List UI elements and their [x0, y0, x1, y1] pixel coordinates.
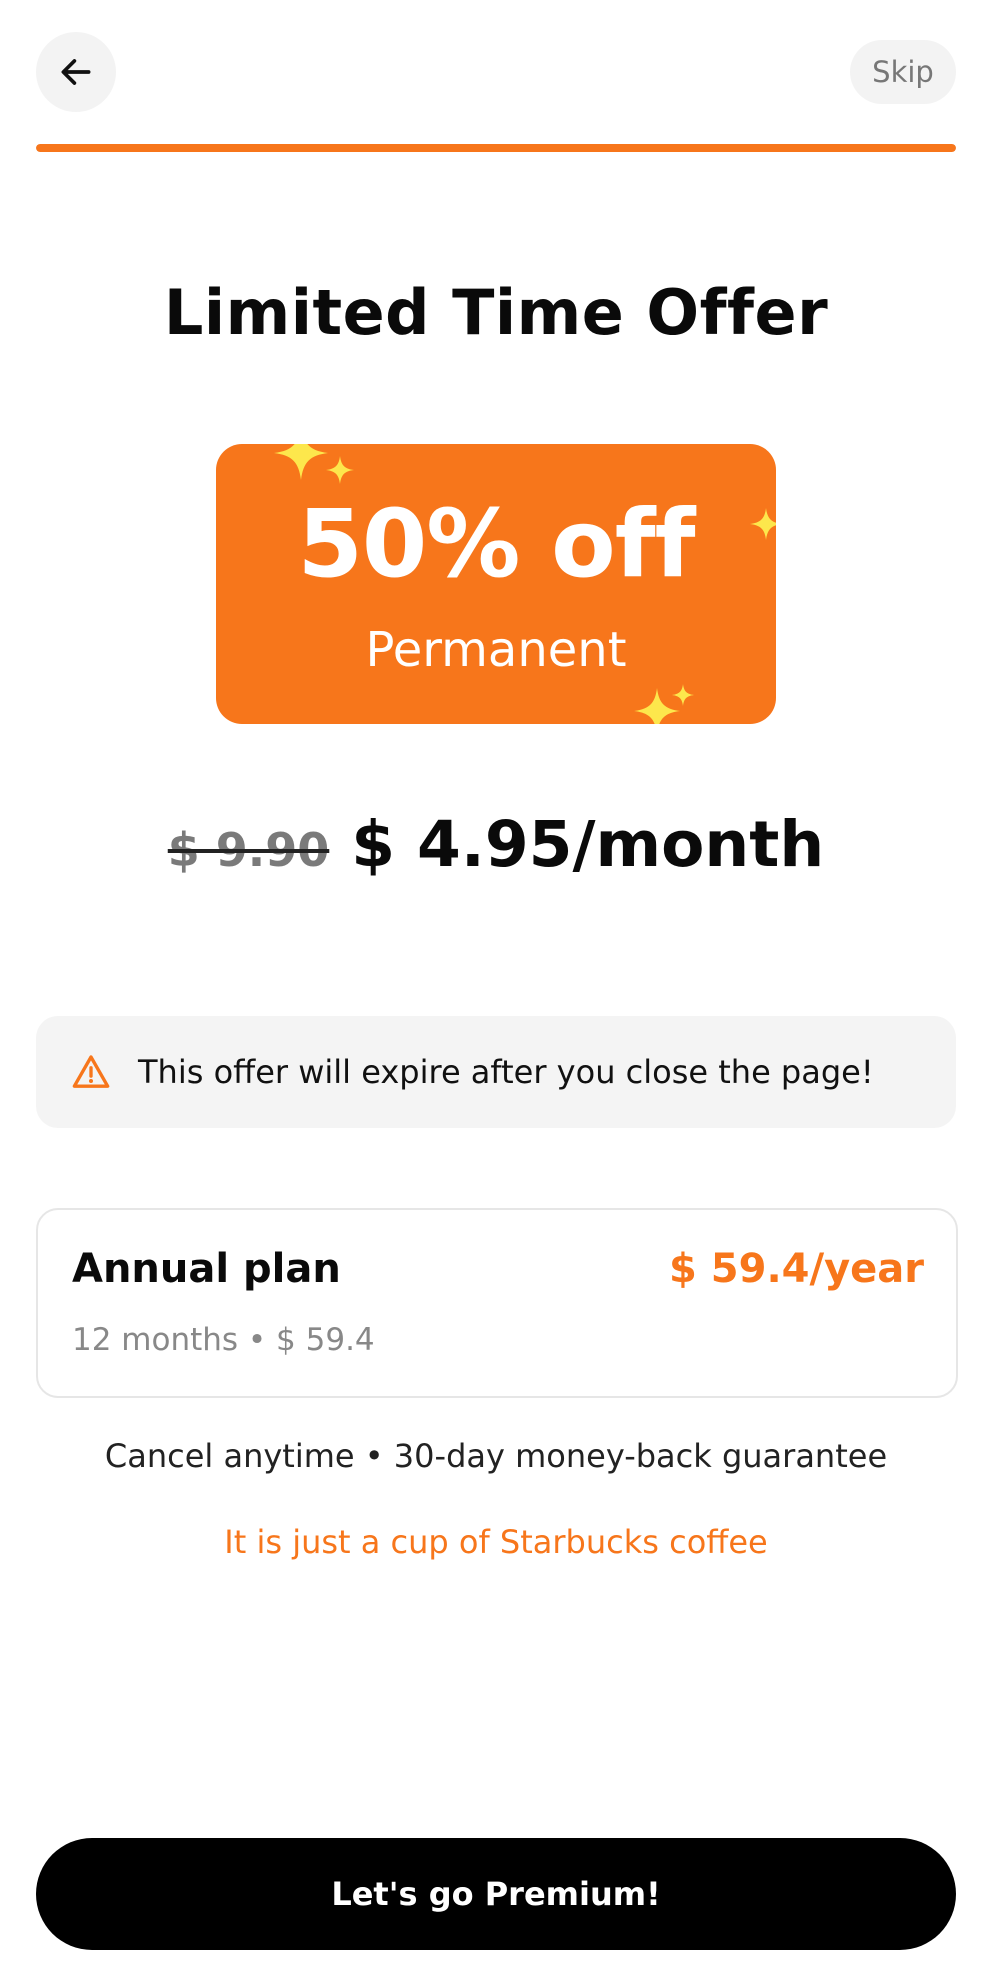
go-premium-button[interactable]: Let's go Premium!	[36, 1838, 956, 1950]
back-button[interactable]	[36, 32, 116, 112]
page-title: Limited Time Offer	[163, 276, 829, 349]
annual-plan-option[interactable]: Annual plan $ 59.4/year 12 months • $ 59…	[36, 1208, 958, 1398]
new-price: $ 4.95/month	[351, 808, 825, 881]
guarantee-text: Cancel anytime • 30-day money-back guara…	[104, 1437, 888, 1475]
price-row: $ 9.90 $ 4.95/month	[0, 808, 992, 881]
plan-price: $ 59.4/year	[669, 1246, 924, 1292]
progress-bar-fill	[36, 144, 956, 152]
skip-button[interactable]: Skip	[850, 40, 956, 104]
sparkle-icon	[274, 444, 328, 480]
warning-text: This offer will expire after you close t…	[138, 1053, 874, 1091]
sparkle-icon	[672, 684, 694, 706]
offer-term: Permanent	[365, 622, 627, 678]
offer-card: 50% off Permanent	[216, 444, 776, 724]
old-price: $ 9.90	[167, 823, 330, 877]
tagline-text: It is just a cup of Starbucks coffee	[224, 1523, 768, 1561]
offer-discount: 50% off	[297, 490, 695, 599]
sparkle-icon	[326, 456, 354, 484]
plan-name: Annual plan	[72, 1246, 341, 1292]
progress-bar	[36, 144, 956, 152]
plan-detail: 12 months • $ 59.4	[72, 1322, 375, 1358]
expiry-warning: This offer will expire after you close t…	[36, 1016, 956, 1128]
arrow-left-icon	[61, 59, 91, 85]
warning-triangle-icon	[72, 1055, 110, 1088]
